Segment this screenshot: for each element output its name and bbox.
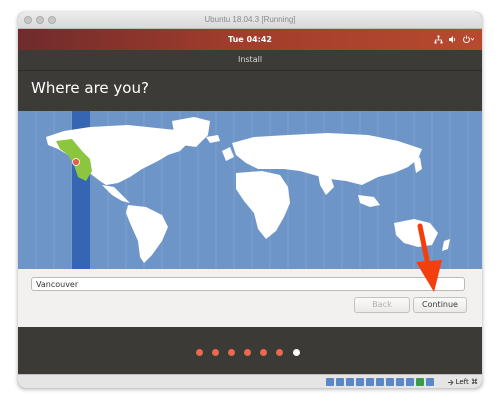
- keyboard-capture-icon[interactable]: [426, 378, 434, 386]
- progress-dot: [244, 349, 251, 356]
- vm-window-title: Ubuntu 18.04.3 [Running]: [204, 15, 296, 24]
- progress-dot: [212, 349, 219, 356]
- location-input[interactable]: [31, 277, 465, 291]
- location-pin: [72, 158, 80, 166]
- system-tray[interactable]: [434, 29, 474, 50]
- installer-page: Where are you? Vancouver Back Continue: [18, 71, 482, 327]
- timezone-map[interactable]: [18, 111, 482, 269]
- vm-window: Ubuntu 18.04.3 [Running] Tue 04:42 Insta…: [18, 12, 482, 388]
- vm-titlebar[interactable]: Ubuntu 18.04.3 [Running]: [18, 12, 482, 29]
- host-key-indicator: Left ⌘: [447, 375, 478, 388]
- installer-header: Install: [18, 50, 482, 71]
- mouse-integration-icon[interactable]: [416, 378, 424, 386]
- heading-strip: Where are you?: [18, 71, 482, 111]
- audio-icon[interactable]: [346, 378, 354, 386]
- cpu-icon[interactable]: [406, 378, 414, 386]
- shared-folder-icon[interactable]: [376, 378, 384, 386]
- page-title: Where are you?: [31, 79, 149, 97]
- recording-icon[interactable]: [396, 378, 404, 386]
- power-icon[interactable]: [462, 35, 474, 44]
- host-key-arrow-icon: [447, 379, 454, 385]
- network-adapter-icon[interactable]: [356, 378, 364, 386]
- progress-dots: [18, 327, 482, 376]
- progress-dot: [260, 349, 267, 356]
- progress-dot: [228, 349, 235, 356]
- usb-icon[interactable]: [366, 378, 374, 386]
- host-key-label: Left ⌘: [455, 378, 478, 386]
- display-icon[interactable]: [386, 378, 394, 386]
- vm-status-icons: [326, 378, 434, 386]
- optical-drive-icon[interactable]: [336, 378, 344, 386]
- back-button[interactable]: Back: [354, 297, 410, 313]
- volume-icon[interactable]: [448, 35, 457, 44]
- ubuntu-top-bar: Tue 04:42: [18, 29, 482, 50]
- progress-dot: [276, 349, 283, 356]
- continue-button[interactable]: Continue: [413, 297, 467, 313]
- vm-status-bar: Left ⌘: [18, 374, 482, 388]
- progress-dot-current: [293, 349, 300, 356]
- network-icon[interactable]: [434, 35, 443, 44]
- progress-dot: [196, 349, 203, 356]
- clock[interactable]: Tue 04:42: [18, 29, 482, 50]
- hard-disk-icon[interactable]: [326, 378, 334, 386]
